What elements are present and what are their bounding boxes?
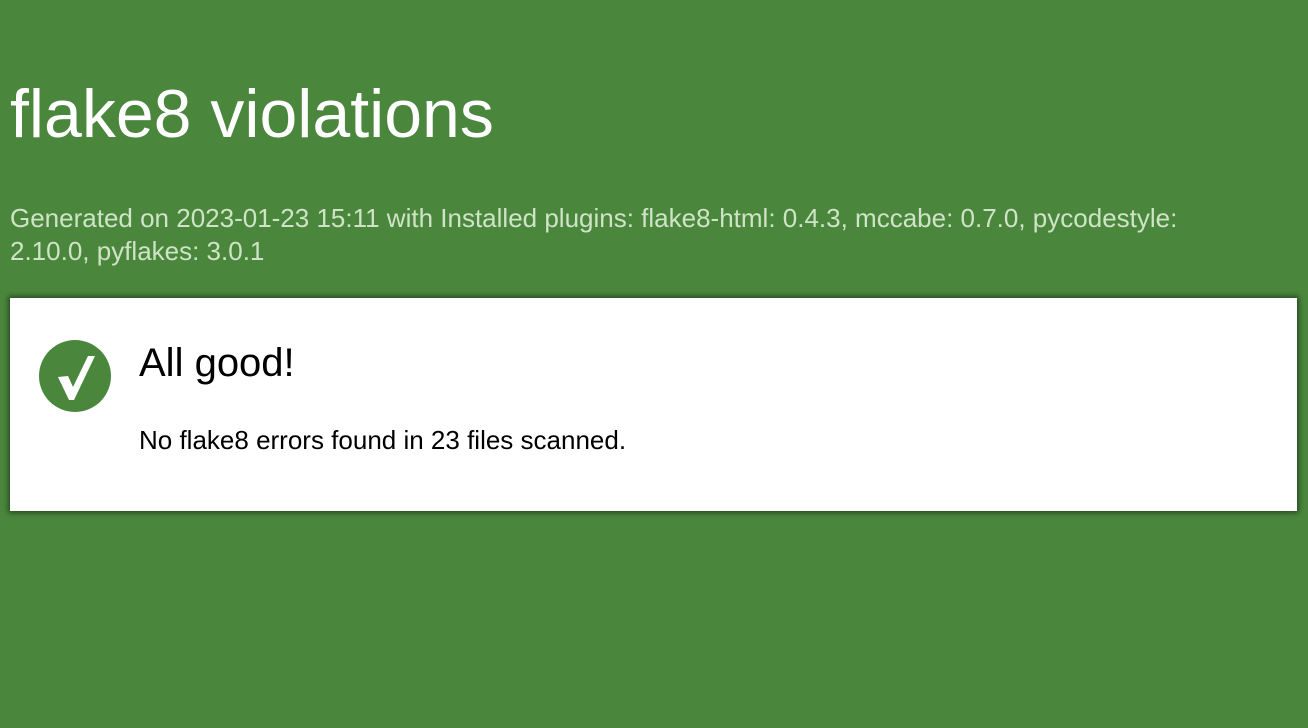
report-page: flake8 violations Generated on 2023-01-2… [0,0,1308,728]
generation-info: Generated on 2023-01-23 15:11 with Insta… [10,203,1178,266]
result-message: No flake8 errors found in 23 files scann… [139,425,627,455]
check-icon [39,340,111,412]
result-card: All good! No flake8 errors found in 23 f… [10,298,1297,511]
result-heading: All good! [139,341,295,385]
page-title: flake8 violations [10,76,494,152]
